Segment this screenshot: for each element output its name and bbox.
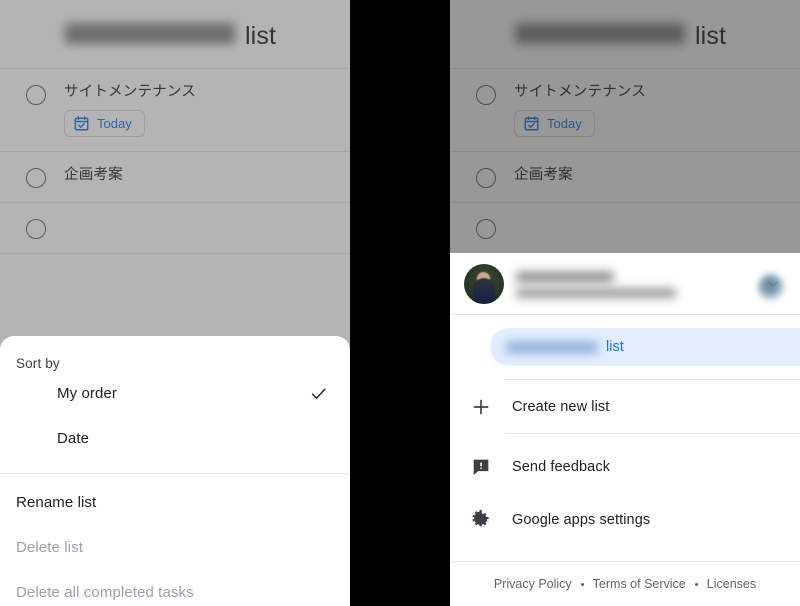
account-name-redacted xyxy=(516,272,614,282)
task-due-chip[interactable]: Today xyxy=(514,110,595,137)
privacy-policy-link[interactable]: Privacy Policy xyxy=(494,577,572,591)
profile-badge-icon xyxy=(758,274,784,300)
footer-links: Privacy Policy Terms of Service Licenses xyxy=(450,561,800,606)
task-checkbox-icon[interactable] xyxy=(26,85,46,105)
calendar-check-icon xyxy=(524,116,539,131)
sort-option-label: My order xyxy=(57,385,117,402)
list-name-redacted xyxy=(506,341,598,353)
task-due-chip-label: Today xyxy=(547,116,582,131)
task-due-chip[interactable]: Today xyxy=(64,110,145,137)
menu-item-rename-list[interactable]: Rename list xyxy=(0,480,350,525)
sort-option-my-order[interactable]: My order xyxy=(0,371,350,416)
task-checkbox-icon[interactable] xyxy=(476,219,496,239)
sort-option-date[interactable]: Date xyxy=(0,416,350,461)
task-row[interactable]: サイトメンテナンス Today xyxy=(450,68,800,152)
page-title: list xyxy=(450,0,800,68)
task-title: 企画考案 xyxy=(514,167,573,183)
black-divider-band xyxy=(350,0,450,606)
lists-section: list xyxy=(450,315,800,366)
sort-option-label: Date xyxy=(57,430,90,447)
avatar[interactable] xyxy=(464,263,504,304)
account-identity xyxy=(516,270,752,297)
separator-dot-icon xyxy=(694,582,698,586)
plus-icon xyxy=(473,399,489,414)
task-row[interactable]: 企画考案 xyxy=(0,152,350,203)
sort-bottom-sheet: Sort by My order Date Rename list Delete… xyxy=(0,336,350,606)
task-title: 企画考案 xyxy=(64,167,123,183)
page-title-text: list xyxy=(695,22,726,50)
task-row[interactable] xyxy=(0,203,350,254)
divider xyxy=(505,433,800,434)
right-pane: list サイトメンテナンス Today 企画考案 list Create ne… xyxy=(450,0,800,606)
task-title: サイトメンテナンス xyxy=(64,84,197,100)
task-title: サイトメンテナンス xyxy=(514,84,647,100)
menu-item-delete-all-completed-tasks: Delete all completed tasks xyxy=(16,584,194,601)
check-icon xyxy=(311,388,326,399)
account-menu-panel: list Create new list Send feedback Googl… xyxy=(450,253,800,606)
send-feedback-button[interactable]: Send feedback xyxy=(450,440,800,493)
account-email-redacted xyxy=(516,289,676,297)
menu-item-delete-list: Delete list xyxy=(16,539,83,556)
sidebar-item-list-selected[interactable]: list xyxy=(490,328,800,366)
task-checkbox-icon[interactable] xyxy=(26,219,46,239)
send-feedback-label: Send feedback xyxy=(512,458,611,475)
task-row[interactable] xyxy=(450,203,800,254)
task-row[interactable]: 企画考案 xyxy=(450,152,800,203)
create-new-list-label: Create new list xyxy=(512,398,610,415)
screenshot-root: list サイトメンテナンス Today 企画考案 Sort by My ord… xyxy=(0,0,800,606)
task-checkbox-icon[interactable] xyxy=(26,168,46,188)
account-header[interactable] xyxy=(450,253,800,315)
left-pane: list サイトメンテナンス Today 企画考案 Sort by My ord… xyxy=(0,0,350,606)
calendar-check-icon xyxy=(74,116,89,131)
list-owner-redacted xyxy=(65,23,236,44)
google-apps-settings-label: Google apps settings xyxy=(512,511,651,528)
list-name-word: list xyxy=(606,339,624,355)
sheet-divider xyxy=(0,473,350,474)
task-checkbox-icon[interactable] xyxy=(476,85,496,105)
page-title-text: list xyxy=(245,22,276,50)
terms-of-service-link[interactable]: Terms of Service xyxy=(593,577,686,591)
sort-by-header: Sort by xyxy=(16,356,60,371)
separator-dot-icon xyxy=(580,582,584,586)
task-due-chip-label: Today xyxy=(97,116,132,131)
page-title: list xyxy=(0,0,350,68)
licenses-link[interactable]: Licenses xyxy=(707,577,756,591)
google-apps-settings-button[interactable]: Google apps settings xyxy=(450,493,800,546)
feedback-icon xyxy=(473,459,489,475)
task-row[interactable]: サイトメンテナンス Today xyxy=(0,68,350,152)
create-new-list-button[interactable]: Create new list xyxy=(450,380,800,433)
list-owner-redacted xyxy=(515,23,686,44)
gear-icon xyxy=(472,509,489,526)
task-checkbox-icon[interactable] xyxy=(476,168,496,188)
